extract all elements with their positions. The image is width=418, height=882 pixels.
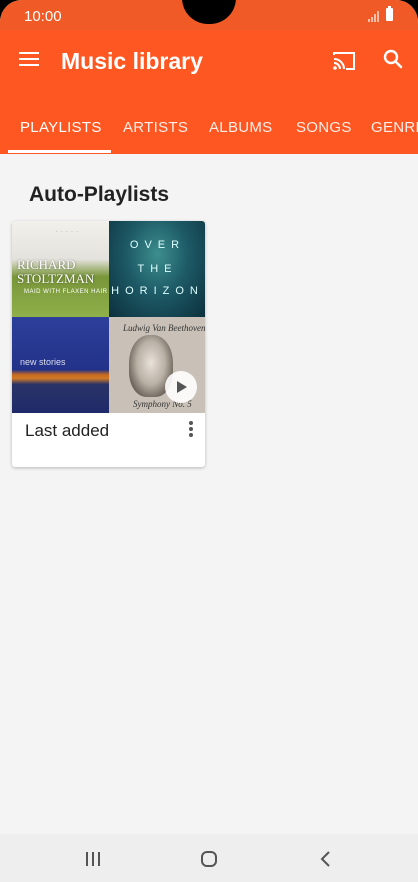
playlist-card[interactable]: · · · · · RICHARD STOLTZMAN MAID WITH FL… [12,221,205,467]
home-icon[interactable] [200,850,218,868]
album-cover: Ludwig Van Beethoven Symphony No. 5 [109,317,205,413]
battery-icon [386,6,393,21]
music-library-screen: 10:00 Music library PLAYLISTS ARTISTS AL… [0,0,418,882]
recents-icon[interactable] [84,851,102,867]
signal-icon [368,11,379,22]
app-bar: Music library PLAYLISTS ARTISTS ALBUMS S… [0,30,418,154]
status-bar: 10:00 [0,0,418,30]
tab-albums[interactable]: ALBUMS [209,119,273,136]
section-title: Auto-Playlists [29,183,170,206]
status-time: 10:00 [24,8,62,25]
play-icon[interactable] [165,371,197,403]
playlist-label: Last added [25,421,110,440]
tab-artists[interactable]: ARTISTS [123,119,188,136]
tab-indicator [8,150,111,153]
tab-bar: PLAYLISTS ARTISTS ALBUMS SONGS GENRES [0,114,418,154]
album-cover: · · · · · RICHARD STOLTZMAN MAID WITH FL… [12,221,109,317]
tab-songs[interactable]: SONGS [296,119,352,136]
system-nav-bar [0,834,418,882]
album-cover: OVER THE HORIZON [109,221,205,317]
cast-icon[interactable] [332,51,356,71]
back-icon[interactable] [318,850,332,868]
menu-icon[interactable] [19,52,39,66]
camera-notch [182,0,236,24]
more-options-icon[interactable] [188,421,194,439]
tab-playlists[interactable]: PLAYLISTS [20,119,102,136]
page-title: Music library [61,48,203,74]
search-icon[interactable] [383,49,403,69]
album-cover: new stories [12,317,109,413]
tab-genres[interactable]: GENRES [371,119,418,136]
